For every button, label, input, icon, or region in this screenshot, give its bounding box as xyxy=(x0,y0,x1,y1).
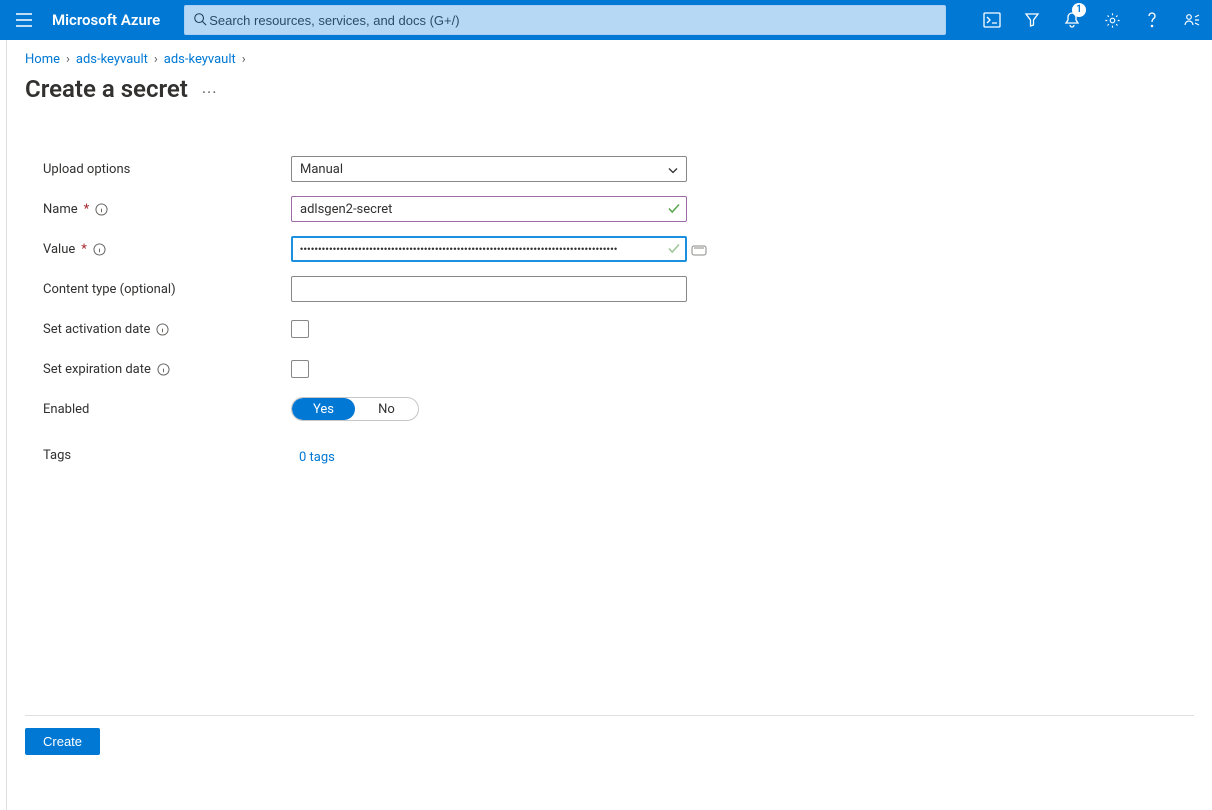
cloud-shell-icon[interactable] xyxy=(972,0,1012,40)
chevron-right-icon: › xyxy=(242,52,246,67)
tags-link[interactable]: 0 tags xyxy=(291,450,335,465)
info-icon[interactable] xyxy=(157,363,170,376)
create-secret-form: Upload options Manual Name * xyxy=(25,149,745,475)
notifications-icon[interactable]: 1 xyxy=(1052,0,1092,40)
enabled-yes[interactable]: Yes xyxy=(292,398,355,420)
breadcrumb-home[interactable]: Home xyxy=(25,52,60,67)
global-search-input[interactable] xyxy=(207,12,937,29)
reveal-password-icon[interactable] xyxy=(691,242,709,256)
breadcrumb-keyvault-1[interactable]: ads-keyvault xyxy=(76,52,148,67)
expiration-date-checkbox[interactable] xyxy=(291,360,309,378)
search-icon xyxy=(193,11,207,30)
content-type-input[interactable] xyxy=(291,276,687,302)
enabled-no[interactable]: No xyxy=(355,398,418,420)
enabled-label: Enabled xyxy=(43,402,89,417)
enabled-toggle[interactable]: Yes No xyxy=(291,397,419,421)
top-bar: Microsoft Azure 1 xyxy=(0,0,1212,40)
content-type-label: Content type (optional) xyxy=(43,282,176,297)
info-icon[interactable] xyxy=(93,243,106,256)
info-icon[interactable] xyxy=(95,203,108,216)
page-title: Create a secret xyxy=(25,75,188,103)
value-label: Value xyxy=(43,242,75,257)
help-icon[interactable] xyxy=(1132,0,1172,40)
notification-badge: 1 xyxy=(1072,3,1086,17)
directory-filter-icon[interactable] xyxy=(1012,0,1052,40)
more-actions-button[interactable]: ··· xyxy=(202,77,218,102)
global-search[interactable] xyxy=(184,5,946,35)
activation-date-label: Set activation date xyxy=(43,322,150,337)
name-input[interactable] xyxy=(291,196,687,222)
required-marker: * xyxy=(81,242,87,257)
breadcrumb-keyvault-2[interactable]: ads-keyvault xyxy=(164,52,236,67)
expiration-date-label: Set expiration date xyxy=(43,362,151,377)
info-icon[interactable] xyxy=(156,323,169,336)
chevron-right-icon: › xyxy=(66,52,70,67)
value-input[interactable] xyxy=(291,236,687,262)
upload-options-select[interactable]: Manual xyxy=(291,156,687,182)
brand-label: Microsoft Azure xyxy=(48,11,174,29)
required-marker: * xyxy=(84,202,90,217)
feedback-icon[interactable] xyxy=(1172,0,1212,40)
tags-label: Tags xyxy=(43,448,71,463)
page-footer: Create xyxy=(25,715,1194,775)
create-button[interactable]: Create xyxy=(25,728,100,755)
hamburger-menu-button[interactable] xyxy=(0,0,48,40)
activation-date-checkbox[interactable] xyxy=(291,320,309,338)
name-label: Name xyxy=(43,202,78,217)
settings-icon[interactable] xyxy=(1092,0,1132,40)
upload-options-label: Upload options xyxy=(43,162,130,177)
breadcrumb: Home › ads-keyvault › ads-keyvault › xyxy=(25,52,1194,67)
page-body: Home › ads-keyvault › ads-keyvault › Cre… xyxy=(6,40,1212,810)
chevron-right-icon: › xyxy=(154,52,158,67)
